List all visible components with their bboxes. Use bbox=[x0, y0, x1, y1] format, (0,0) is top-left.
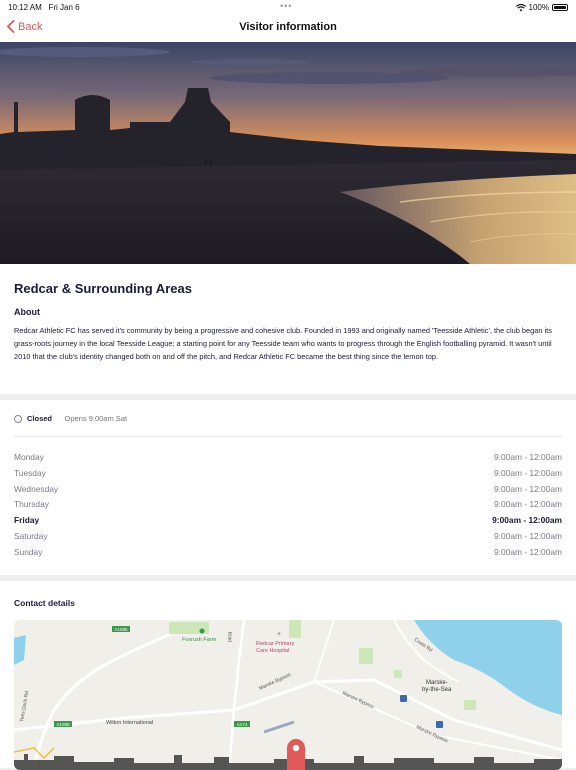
opening-hours-card: Closed · Opens 9:00am Sat Monday 9:00am -… bbox=[0, 400, 576, 575]
contact-card: Contact details A1085 A1085 A174 Foxrush… bbox=[0, 581, 576, 770]
open-status: Closed · Opens 9:00am Sat bbox=[14, 414, 127, 423]
area-title: Redcar & Surrounding Areas bbox=[14, 281, 192, 296]
day-hours: 9:00am - 12:00am bbox=[494, 452, 562, 462]
road-label-a1085-top: A1085 bbox=[114, 627, 128, 632]
contact-heading: Contact details bbox=[14, 598, 75, 608]
map-label-wilton: Wilton International bbox=[106, 720, 153, 726]
day-hours: 9:00am - 12:00am bbox=[494, 499, 562, 510]
road-label-a174: A174 bbox=[237, 722, 248, 727]
page-title: Visitor information bbox=[239, 21, 337, 33]
multitasking-dots-icon[interactable]: ••• bbox=[280, 1, 292, 11]
map-label-marske-1: Marske- bbox=[426, 680, 448, 686]
map-label-hospital-1: Redcar Primary bbox=[256, 641, 294, 647]
day-hours: 9:00am - 12:00am bbox=[494, 483, 562, 494]
day-hours: 9:00am - 12:00am bbox=[494, 530, 562, 541]
hours-row-saturday: Saturday 9:00am - 12:00am bbox=[14, 531, 562, 547]
hours-list: Monday 9:00am - 12:00am Tuesday 9:00am - 1… bbox=[14, 452, 562, 563]
hours-row-friday: Friday 9:00am - 12:00am bbox=[14, 515, 562, 531]
status-indicator-icon bbox=[14, 414, 22, 423]
status-next-open: Opens 9:00am Sat bbox=[64, 414, 128, 423]
hours-row-monday: Monday 9:00am - 12:00am bbox=[14, 452, 562, 468]
day-label: Tuesday bbox=[14, 467, 46, 478]
day-label: Friday bbox=[14, 515, 40, 526]
about-card: Redcar & Surrounding Areas About Redcar … bbox=[0, 264, 576, 394]
hero-image bbox=[0, 42, 576, 264]
day-hours: 9:00am - 12:00am bbox=[492, 515, 562, 526]
divider bbox=[14, 436, 562, 437]
day-hours: 9:00am - 12:00am bbox=[494, 467, 562, 478]
hours-row-tuesday: Tuesday 9:00am - 12:00am bbox=[14, 468, 562, 484]
status-time: 10:12 AM Fri Jan 6 bbox=[8, 3, 80, 12]
day-label: Monday bbox=[14, 452, 44, 462]
hours-row-wednesday: Wednesday 9:00am - 12:00am bbox=[14, 484, 562, 500]
location-pin-icon[interactable] bbox=[287, 738, 306, 770]
status-separator: · bbox=[57, 414, 60, 423]
map-label-kirkleatham: Kirkl bbox=[226, 632, 232, 642]
day-label: Saturday bbox=[14, 530, 48, 541]
status-closed: Closed bbox=[27, 414, 53, 423]
map-label-hospital-2: Care Hospital bbox=[256, 648, 289, 654]
battery-percent: 100% bbox=[528, 3, 549, 12]
about-heading: About bbox=[14, 307, 40, 317]
location-map[interactable]: A1085 A1085 A174 Foxrush Farm + Redcar P… bbox=[14, 620, 562, 770]
hours-row-thursday: Thursday 9:00am - 12:00am bbox=[14, 499, 562, 515]
map-label-foxrush: Foxrush Farm bbox=[182, 637, 217, 643]
navigation-bar: Back Visitor information bbox=[0, 14, 576, 42]
status-indicators: 100% bbox=[515, 3, 568, 12]
day-label: Wednesday bbox=[14, 483, 59, 494]
hours-row-sunday: Sunday 9:00am - 12:00am bbox=[14, 547, 562, 563]
day-hours: 9:00am - 12:00am bbox=[494, 546, 562, 557]
hospital-icon: + bbox=[277, 631, 281, 638]
day-label: Sunday bbox=[14, 546, 43, 557]
wifi-icon bbox=[515, 3, 526, 11]
train-station-icon bbox=[400, 695, 407, 702]
farm-icon bbox=[199, 628, 205, 634]
status-bar: 10:12 AM Fri Jan 6 ••• 100% bbox=[0, 0, 576, 14]
about-text: Redcar Athletic FC has served it's commu… bbox=[14, 326, 552, 362]
battery-icon bbox=[552, 4, 568, 11]
day-label: Thursday bbox=[14, 499, 49, 510]
map-label-marske-2: by-the-Sea bbox=[422, 687, 452, 693]
road-label-a1085-bottom: A1085 bbox=[56, 722, 70, 727]
train-station-icon bbox=[436, 721, 443, 728]
